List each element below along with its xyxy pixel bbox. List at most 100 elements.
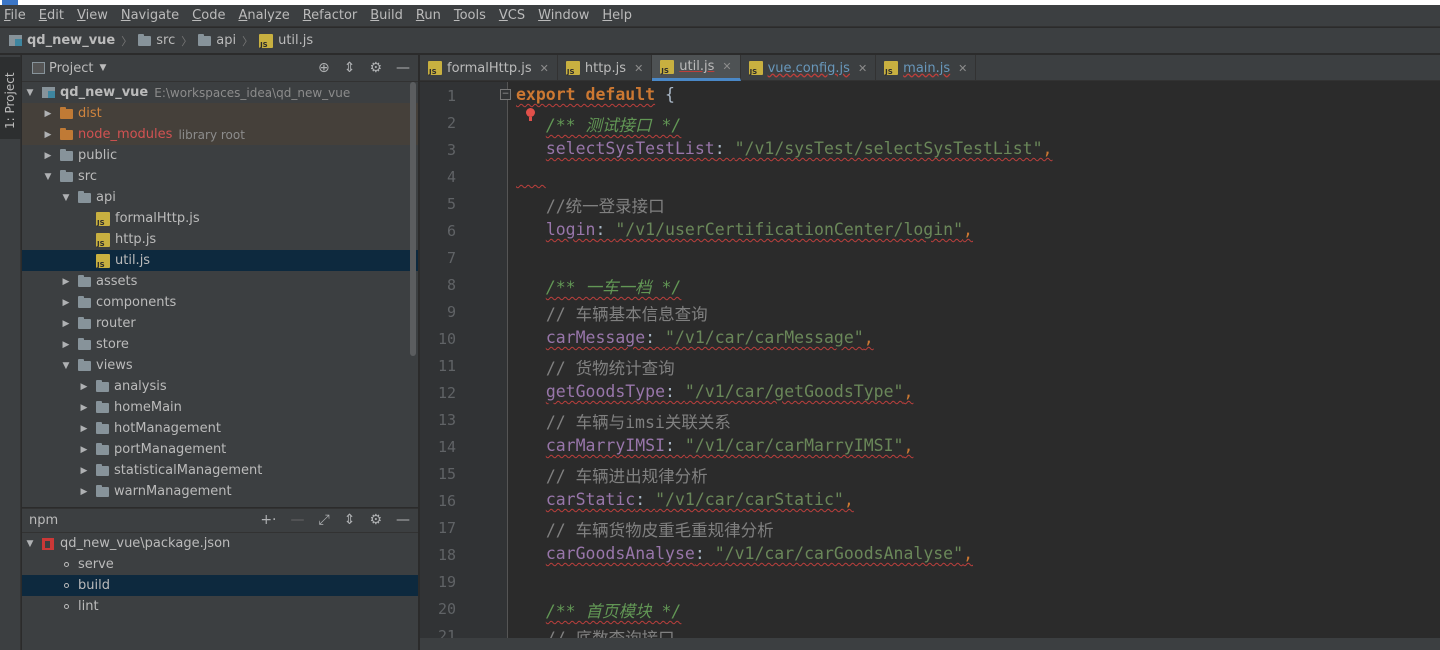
collapsed-arrow-icon[interactable]: ▶ — [60, 340, 72, 350]
breadcrumb-item-api[interactable]: api — [198, 33, 236, 48]
expanded-arrow-icon[interactable]: ▼ — [42, 172, 54, 182]
code-line[interactable]: /** 首页模块 */ — [516, 598, 682, 622]
expand-all-icon[interactable]: ⤢ — [319, 512, 330, 528]
collapsed-arrow-icon[interactable]: ▶ — [78, 487, 90, 497]
npm-script-build[interactable]: build — [22, 575, 418, 596]
code-line[interactable] — [516, 166, 546, 185]
code-line[interactable]: selectSysTestList: "/v1/sysTest/selectSy… — [516, 139, 1053, 158]
menu-edit[interactable]: Edit — [39, 8, 64, 23]
tree-item-src[interactable]: ▼ src — [22, 166, 418, 187]
code-line[interactable]: getGoodsType: "/v1/car/getGoodsType", — [516, 382, 914, 401]
collapsed-arrow-icon[interactable]: ▶ — [42, 109, 54, 119]
tree-item-util[interactable]: util.js — [22, 250, 418, 271]
menu-vcs[interactable]: VCS — [499, 8, 525, 23]
gear-icon[interactable]: ⚙ — [369, 60, 382, 76]
menu-navigate[interactable]: Navigate — [121, 8, 179, 23]
tab-main[interactable]: main.js ✕ — [876, 55, 977, 81]
menu-window[interactable]: Window — [538, 8, 589, 23]
close-icon[interactable]: ✕ — [858, 62, 867, 75]
tree-item-portmanagement[interactable]: ▶ portManagement — [22, 439, 418, 460]
minimize-icon[interactable]: — — [396, 60, 410, 76]
tree-item-router[interactable]: ▶ router — [22, 313, 418, 334]
tree-item-components[interactable]: ▶ components — [22, 292, 418, 313]
close-icon[interactable]: ✕ — [722, 60, 731, 73]
close-icon[interactable]: ✕ — [958, 62, 967, 75]
collapsed-arrow-icon[interactable]: ▶ — [78, 382, 90, 392]
code-line[interactable]: export default { — [516, 85, 675, 104]
breadcrumb-item-src[interactable]: src — [138, 33, 175, 48]
code-line[interactable]: login: "/v1/userCertificationCenter/logi… — [516, 220, 973, 239]
menu-file[interactable]: File — [4, 8, 26, 23]
locate-icon[interactable]: ⊕ — [318, 60, 330, 76]
collapse-all-icon[interactable]: ⇕ — [344, 60, 356, 76]
collapsed-arrow-icon[interactable]: ▶ — [78, 424, 90, 434]
menu-tools[interactable]: Tools — [454, 8, 486, 23]
menu-refactor[interactable]: Refactor — [303, 8, 358, 23]
code-line[interactable]: carMessage: "/v1/car/carMessage", — [516, 328, 874, 347]
tree-item-homemain[interactable]: ▶ homeMain — [22, 397, 418, 418]
tab-formalhttp[interactable]: formalHttp.js ✕ — [420, 55, 558, 81]
tree-item-warnmanagement[interactable]: ▶ warnManagement — [22, 481, 418, 502]
collapse-all-icon[interactable]: ⇕ — [344, 512, 356, 528]
close-icon[interactable]: ✕ — [634, 62, 643, 75]
gear-icon[interactable]: ⚙ — [369, 512, 382, 528]
project-scrollbar[interactable] — [410, 82, 416, 356]
code-line[interactable]: // 底数查询接口 — [516, 625, 675, 638]
code-line[interactable]: // 车辆进出规律分析 — [516, 463, 708, 487]
expanded-arrow-icon[interactable]: ▼ — [24, 88, 36, 98]
chevron-down-icon[interactable]: ▼ — [99, 63, 106, 73]
code-line[interactable]: // 货物统计查询 — [516, 355, 675, 379]
code-line[interactable]: carGoodsAnalyse: "/v1/car/carGoodsAnalys… — [516, 544, 973, 563]
tree-item-hotmanagement[interactable]: ▶ hotManagement — [22, 418, 418, 439]
code-line[interactable]: carMarryIMSI: "/v1/car/carMarryIMSI", — [516, 436, 914, 455]
fold-icon[interactable]: − — [500, 89, 511, 100]
code-line[interactable]: /** 测试接口 */ — [516, 112, 682, 136]
tab-http[interactable]: http.js ✕ — [558, 55, 653, 81]
tab-vue-config[interactable]: vue.config.js ✕ — [741, 55, 877, 81]
npm-package-item[interactable]: ▼ qd_new_vue\package.json — [22, 533, 418, 554]
menu-view[interactable]: View — [77, 8, 108, 23]
tree-item-assets[interactable]: ▶ assets — [22, 271, 418, 292]
tree-item-http[interactable]: http.js — [22, 229, 418, 250]
menu-help[interactable]: Help — [602, 8, 632, 23]
menu-code[interactable]: Code — [192, 8, 225, 23]
close-icon[interactable]: ✕ — [540, 62, 549, 75]
add-icon[interactable]: +· — [260, 512, 276, 528]
npm-script-lint[interactable]: lint — [22, 596, 418, 617]
tree-item-views[interactable]: ▼ views — [22, 355, 418, 376]
expanded-arrow-icon[interactable]: ▼ — [60, 193, 72, 203]
expanded-arrow-icon[interactable]: ▼ — [24, 539, 36, 549]
breadcrumb-item-file[interactable]: util.js — [259, 33, 313, 49]
collapsed-arrow-icon[interactable]: ▶ — [42, 130, 54, 140]
tree-item-statisticalmanagement[interactable]: ▶ statisticalManagement — [22, 460, 418, 481]
project-panel-title[interactable]: Project — [49, 61, 93, 76]
code-line[interactable]: //统一登录接口 — [516, 193, 665, 217]
tree-item-node-modules[interactable]: ▶ node_modules library root — [22, 124, 418, 145]
tree-item-public[interactable]: ▶ public — [22, 145, 418, 166]
tree-item-store[interactable]: ▶ store — [22, 334, 418, 355]
menu-build[interactable]: Build — [370, 8, 403, 23]
tree-item-analysis[interactable]: ▶ analysis — [22, 376, 418, 397]
collapsed-arrow-icon[interactable]: ▶ — [78, 445, 90, 455]
code-line[interactable]: /** 一车一档 */ — [516, 274, 682, 298]
remove-icon[interactable]: — — [291, 512, 305, 528]
code-line[interactable]: // 车辆基本信息查询 — [516, 301, 708, 325]
menu-run[interactable]: Run — [416, 8, 441, 23]
collapsed-arrow-icon[interactable]: ▶ — [60, 298, 72, 308]
npm-script-serve[interactable]: serve — [22, 554, 418, 575]
menu-analyze[interactable]: Analyze — [238, 8, 289, 23]
code-line[interactable]: carStatic: "/v1/car/carStatic", — [516, 490, 854, 509]
expanded-arrow-icon[interactable]: ▼ — [60, 361, 72, 371]
collapsed-arrow-icon[interactable]: ▶ — [78, 466, 90, 476]
tree-item-api[interactable]: ▼ api — [22, 187, 418, 208]
tree-item-root[interactable]: ▼ qd_new_vue E:\workspaces_idea\qd_new_vue — [22, 82, 418, 103]
minimize-icon[interactable]: — — [396, 512, 410, 528]
collapsed-arrow-icon[interactable]: ▶ — [60, 277, 72, 287]
code-line[interactable]: // 车辆货物皮重毛重规律分析 — [516, 517, 774, 541]
collapsed-arrow-icon[interactable]: ▶ — [42, 151, 54, 161]
project-tool-tab[interactable]: 1: Project — [0, 57, 21, 139]
collapsed-arrow-icon[interactable]: ▶ — [60, 319, 72, 329]
tree-item-formalhttp[interactable]: formalHttp.js — [22, 208, 418, 229]
editor-horizontal-scrollbar[interactable] — [420, 638, 1440, 650]
breadcrumb-item-project[interactable]: qd_new_vue — [9, 33, 115, 48]
